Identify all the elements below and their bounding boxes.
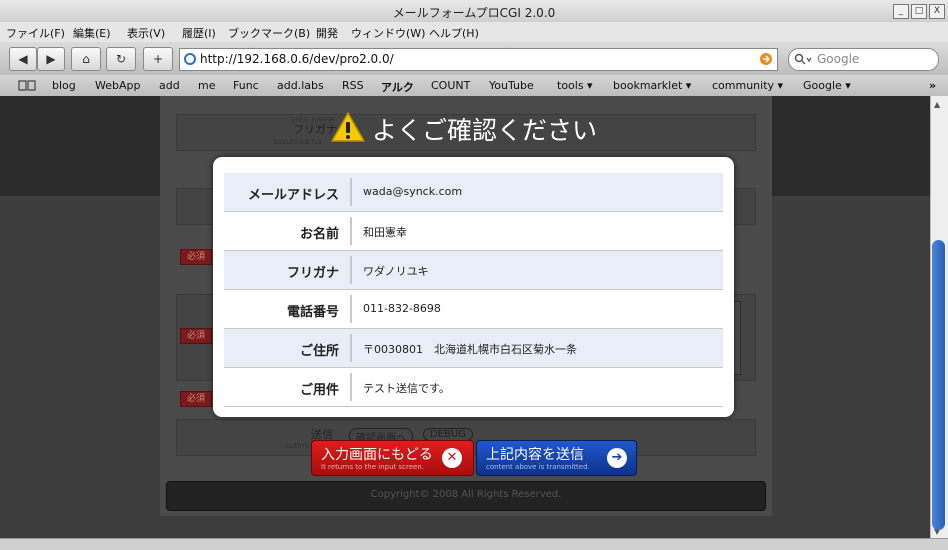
- row-label: ご用件: [299, 383, 339, 398]
- confirmation-dialog: メールアドレス wada@synck.com お名前 和田憲幸 フリガナ ワダノ…: [213, 157, 734, 417]
- bookmark-webapp[interactable]: WebApp: [95, 79, 140, 92]
- menu-bar: ファイル(F) 編集(E) 表示(V) 履歴(I) ブックマーク(B) 開発 ウ…: [0, 22, 948, 42]
- minimize-button[interactable]: _: [893, 4, 909, 19]
- menu-window[interactable]: ウィンドウ(W): [351, 25, 425, 41]
- bookmark-tools[interactable]: tools ▾: [557, 79, 593, 92]
- forward-arrow-icon: ▶: [46, 52, 56, 66]
- rss-feed-icon[interactable]: [759, 52, 773, 66]
- menu-develop[interactable]: 開発: [316, 25, 338, 41]
- ghost-sub-label: submi: [285, 441, 310, 450]
- close-circle-icon: ✕: [442, 448, 462, 468]
- url-text: http://192.168.0.6/dev/pro2.0.0/: [200, 52, 394, 66]
- scrollbar-thumb[interactable]: [932, 240, 945, 530]
- row-value: テスト送信です。: [363, 382, 450, 395]
- required-badge: 必須: [180, 328, 212, 344]
- close-window-button[interactable]: X: [929, 4, 945, 19]
- warning-icon: [331, 112, 365, 142]
- search-placeholder: Google: [817, 52, 860, 66]
- row-separator: [350, 373, 352, 401]
- bookmark-addlabs[interactable]: add.labs: [277, 79, 324, 92]
- send-button[interactable]: 上記内容を送信 content above is transmitted. ➔: [476, 440, 637, 476]
- row-label: 電話番号: [286, 305, 339, 320]
- back-button-label: 入力画面にもどる: [321, 447, 433, 463]
- scroll-up-icon[interactable]: ▲: [934, 100, 940, 109]
- send-button-sublabel: content above is transmitted.: [486, 463, 590, 471]
- row-label: メールアドレス: [247, 188, 339, 203]
- menu-edit[interactable]: 編集(E): [73, 25, 111, 41]
- back-arrow-icon: ◀: [18, 52, 28, 66]
- address-bar[interactable]: http://192.168.0.6/dev/pro2.0.0/: [179, 48, 778, 71]
- menu-view[interactable]: 表示(V): [127, 25, 165, 41]
- required-badge: 必須: [180, 391, 212, 407]
- row-value: 011-832-8698: [363, 302, 441, 315]
- back-button-sublabel: It returns to the input screen.: [321, 463, 425, 471]
- plus-icon: +: [152, 52, 164, 66]
- row-label: お名前: [299, 227, 339, 242]
- copyright-text: Copyright© 2008 All Rights Reserved.: [370, 489, 562, 500]
- confirm-row-name: お名前 和田憲幸: [224, 212, 723, 251]
- row-separator: [350, 217, 352, 245]
- row-value: wada@synck.com: [363, 185, 463, 198]
- menu-file[interactable]: ファイル(F): [6, 25, 65, 41]
- required-badge: 必須: [180, 249, 212, 265]
- browser-toolbar: ◀ ▶ ⌂ ↻ + http://192.168.0.6/dev/pro2.0.…: [0, 42, 948, 75]
- home-button[interactable]: ⌂: [71, 47, 101, 71]
- menu-bookmarks[interactable]: ブックマーク(B): [228, 25, 310, 41]
- bookmark-alc[interactable]: アルク: [381, 79, 414, 95]
- bookmark-func[interactable]: Func: [233, 79, 259, 92]
- forward-button[interactable]: ▶: [37, 47, 65, 71]
- bookmark-youtube[interactable]: YouTube: [489, 79, 534, 92]
- page-footer: Copyright© 2008 All Rights Reserved.: [166, 481, 766, 511]
- row-separator: [350, 178, 352, 206]
- bookmark-me[interactable]: me: [198, 79, 215, 92]
- window-title: メールフォームプロCGI 2.0.0: [392, 6, 556, 20]
- bookmark-community[interactable]: community ▾: [712, 79, 783, 92]
- reload-icon: ↻: [115, 52, 127, 66]
- bookmark-count[interactable]: COUNT: [431, 79, 470, 92]
- book-icon[interactable]: [18, 79, 36, 91]
- add-bookmark-button[interactable]: +: [143, 47, 173, 71]
- window-titlebar: メールフォームプロCGI 2.0.0 _ □ X: [0, 0, 948, 23]
- bookmark-blog[interactable]: blog: [52, 79, 76, 92]
- home-icon: ⌂: [82, 52, 90, 66]
- reload-button[interactable]: ↻: [106, 47, 136, 71]
- status-bar: [0, 538, 948, 550]
- menu-help[interactable]: ヘルプ(H): [429, 25, 479, 41]
- row-label: ご住所: [299, 344, 339, 359]
- row-separator: [350, 334, 352, 362]
- row-value: ワダノリユキ: [363, 265, 429, 278]
- bookmark-rss[interactable]: RSS: [342, 79, 364, 92]
- bookmark-google[interactable]: Google ▾: [803, 79, 851, 92]
- confirm-row-email: メールアドレス wada@synck.com: [224, 173, 723, 212]
- confirm-row-phone: 電話番号 011-832-8698: [224, 290, 723, 329]
- heading-text: よくご確認ください: [372, 116, 598, 145]
- back-button[interactable]: ◀: [9, 47, 37, 71]
- maximize-button[interactable]: □: [911, 4, 927, 19]
- row-label: フリガナ: [286, 266, 339, 281]
- row-value: 和田憲幸: [363, 226, 407, 239]
- send-button-label: 上記内容を送信: [486, 447, 584, 463]
- search-field[interactable]: Google: [788, 48, 939, 71]
- menu-history[interactable]: 履歴(I): [182, 25, 216, 41]
- page-icon: [184, 53, 196, 65]
- bookmarks-bar: blog WebApp add me Func add.labs RSS アルク…: [0, 75, 948, 97]
- confirm-row-inquiry: ご用件 テスト送信です。: [224, 368, 723, 407]
- bookmarks-overflow-icon[interactable]: »: [929, 79, 936, 92]
- bookmark-bookmarklet[interactable]: bookmarklet ▾: [613, 79, 691, 92]
- search-icon: [794, 53, 812, 65]
- row-value: 〒0030801 北海道札幌市白石区菊水一条: [363, 343, 577, 356]
- confirm-row-furigana: フリガナ ワダノリユキ: [224, 251, 723, 290]
- bookmark-add[interactable]: add: [159, 79, 180, 92]
- back-to-input-button[interactable]: 入力画面にもどる It returns to the input screen.…: [311, 440, 474, 476]
- ghost-sub-label: assumed na: [273, 137, 322, 146]
- confirm-row-address: ご住所 〒0030801 北海道札幌市白石区菊水一条: [224, 329, 723, 368]
- row-separator: [350, 256, 352, 284]
- arrow-right-circle-icon: ➔: [607, 448, 627, 468]
- row-separator: [350, 295, 352, 323]
